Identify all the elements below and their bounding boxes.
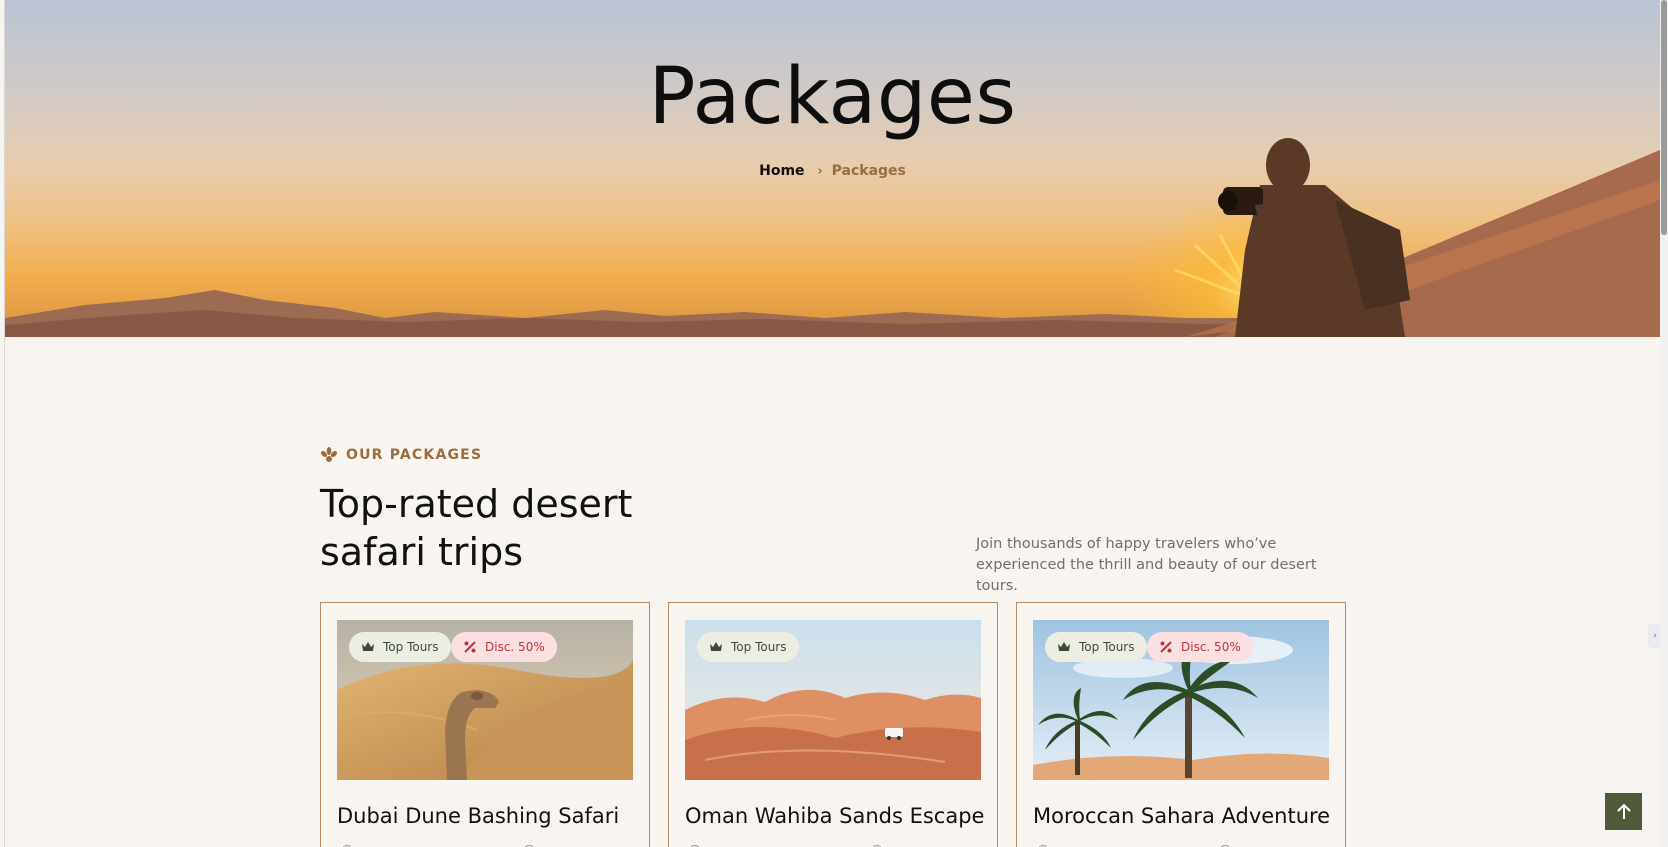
- discount-badge: Disc. 50%: [1147, 632, 1253, 662]
- card-image-wahiba[interactable]: Top Tours: [685, 620, 981, 780]
- scrollbar-thumb[interactable]: [1661, 0, 1667, 235]
- section-eyebrow: OUR PACKAGES: [320, 446, 482, 464]
- breadcrumb-home-link[interactable]: Home: [759, 163, 804, 179]
- top-tours-badge: Top Tours: [349, 632, 451, 662]
- card-title[interactable]: Moroccan Sahara Adventure: [1033, 804, 1330, 828]
- top-tours-badge-label: Top Tours: [731, 640, 787, 654]
- discount-badge: Disc. 50%: [451, 632, 557, 662]
- arrow-up-icon: [1616, 803, 1631, 819]
- percent-icon: [1160, 641, 1172, 653]
- discount-badge-label: Disc. 50%: [1181, 640, 1241, 654]
- package-card[interactable]: Top Tours Disc. 50% Moroccan Sahara Adve…: [1016, 602, 1346, 847]
- top-tours-badge-label: Top Tours: [1079, 640, 1135, 654]
- lotus-icon: [320, 447, 338, 462]
- crown-icon: [362, 642, 374, 651]
- discount-badge-label: Disc. 50%: [485, 640, 545, 654]
- page-title: Packages: [648, 52, 1017, 142]
- top-tours-badge-label: Top Tours: [383, 640, 439, 654]
- page-hero: Packages Home › Packages: [5, 0, 1660, 337]
- percent-icon: [464, 641, 476, 653]
- breadcrumb: Home › Packages: [5, 163, 1660, 179]
- section-description: Join thousands of happy travelers who’ve…: [976, 536, 1317, 594]
- back-to-top-button[interactable]: [1605, 793, 1642, 830]
- crown-icon: [1058, 642, 1070, 651]
- top-tours-badge: Top Tours: [697, 632, 799, 662]
- section-title: Top-rated desert safari trips: [320, 482, 633, 574]
- top-tours-badge: Top Tours: [1045, 632, 1147, 662]
- crown-icon: [710, 642, 722, 651]
- card-title[interactable]: Dubai Dune Bashing Safari: [337, 804, 619, 828]
- chevron-right-icon: ›: [817, 164, 823, 179]
- section-eyebrow-label: OUR PACKAGES: [346, 447, 483, 463]
- breadcrumb-current: Packages: [831, 163, 906, 179]
- package-card[interactable]: Top Tours Disc. 50% Dubai Dune Bashing S…: [320, 602, 650, 847]
- card-image-sahara[interactable]: Top Tours Disc. 50%: [1033, 620, 1329, 780]
- package-card[interactable]: Top Tours Oman Wahiba Sands Escape: [668, 602, 998, 847]
- card-title[interactable]: Oman Wahiba Sands Escape: [685, 804, 984, 828]
- page-scrollbar[interactable]: [1660, 0, 1668, 847]
- card-image-camel[interactable]: Top Tours Disc. 50%: [337, 620, 633, 780]
